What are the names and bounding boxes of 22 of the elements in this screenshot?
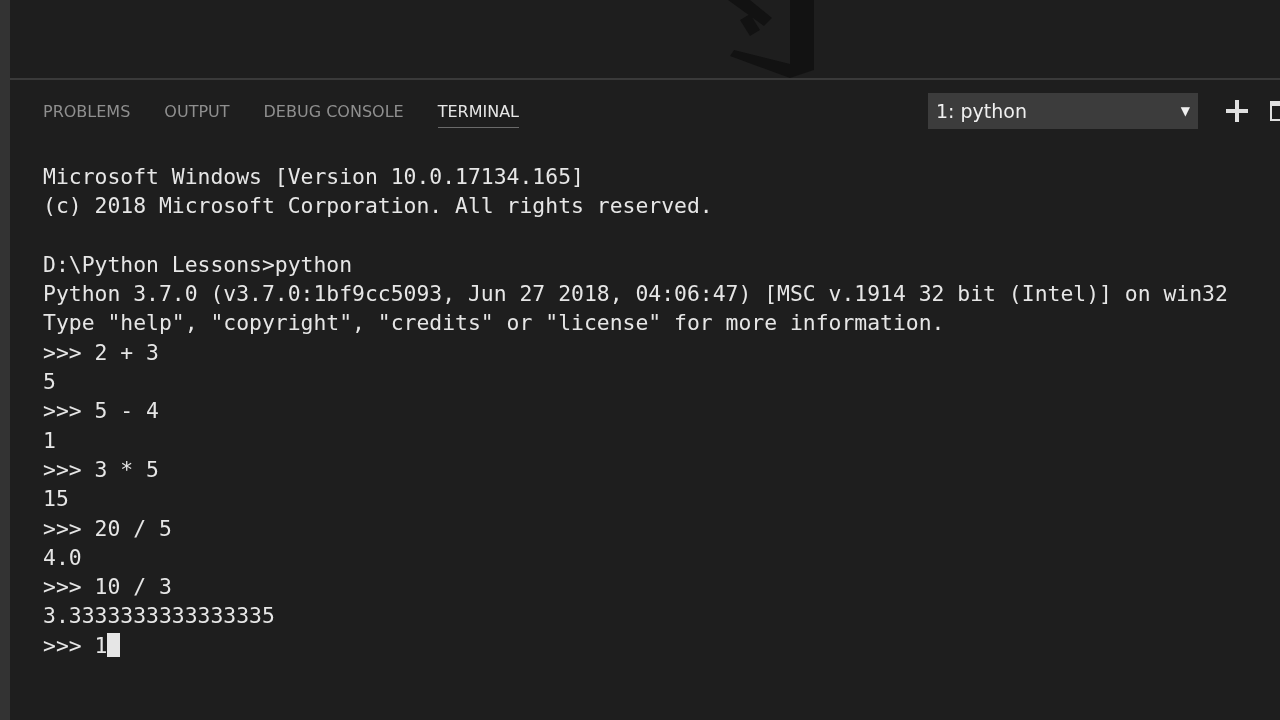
- terminal-line: 4.0: [43, 543, 82, 572]
- terminal-line: >>> 10 / 3: [43, 573, 172, 602]
- terminal-line: Python 3.7.0 (v3.7.0:1bf9cc5093, Jun 27 2018, 04:06:47) [MSC v.1914 32 bit (Intel)] on win32: [43, 280, 1228, 309]
- terminal-line: >>> 2 + 3: [43, 338, 159, 367]
- terminal-line: >>> 20 / 5: [43, 514, 172, 543]
- panel-tab[interactable]: DEBUG CONSOLE: [263, 94, 404, 128]
- terminal-line: 1: [43, 426, 56, 455]
- terminal-dropdown[interactable]: 1: python ▼: [928, 93, 1198, 129]
- terminal-line: Type "help", "copyright", "credits" or "license" for more information.: [43, 309, 945, 338]
- terminal-line: Microsoft Windows [Version 10.0.17134.165]: [43, 163, 584, 191]
- terminal-line: >>> 5 - 4: [43, 397, 159, 426]
- terminal-line: >>> 1: [43, 631, 108, 660]
- panel-tab[interactable]: PROBLEMS: [43, 94, 131, 128]
- plus-icon[interactable]: [1226, 100, 1248, 122]
- panel-tab[interactable]: TERMINAL: [437, 94, 519, 128]
- terminal-line: (c) 2018 Microsoft Corporation. All rights reserved.: [43, 192, 713, 221]
- terminal-line: 15: [43, 485, 69, 514]
- terminal-line: D:\Python Lessons>python: [43, 250, 353, 279]
- terminal-line: >>> 3 * 5: [43, 455, 159, 484]
- panel-tab[interactable]: OUTPUT: [164, 94, 230, 128]
- terminal-line: 3.3333333333333335: [43, 602, 275, 631]
- terminal-line: 5: [43, 368, 56, 397]
